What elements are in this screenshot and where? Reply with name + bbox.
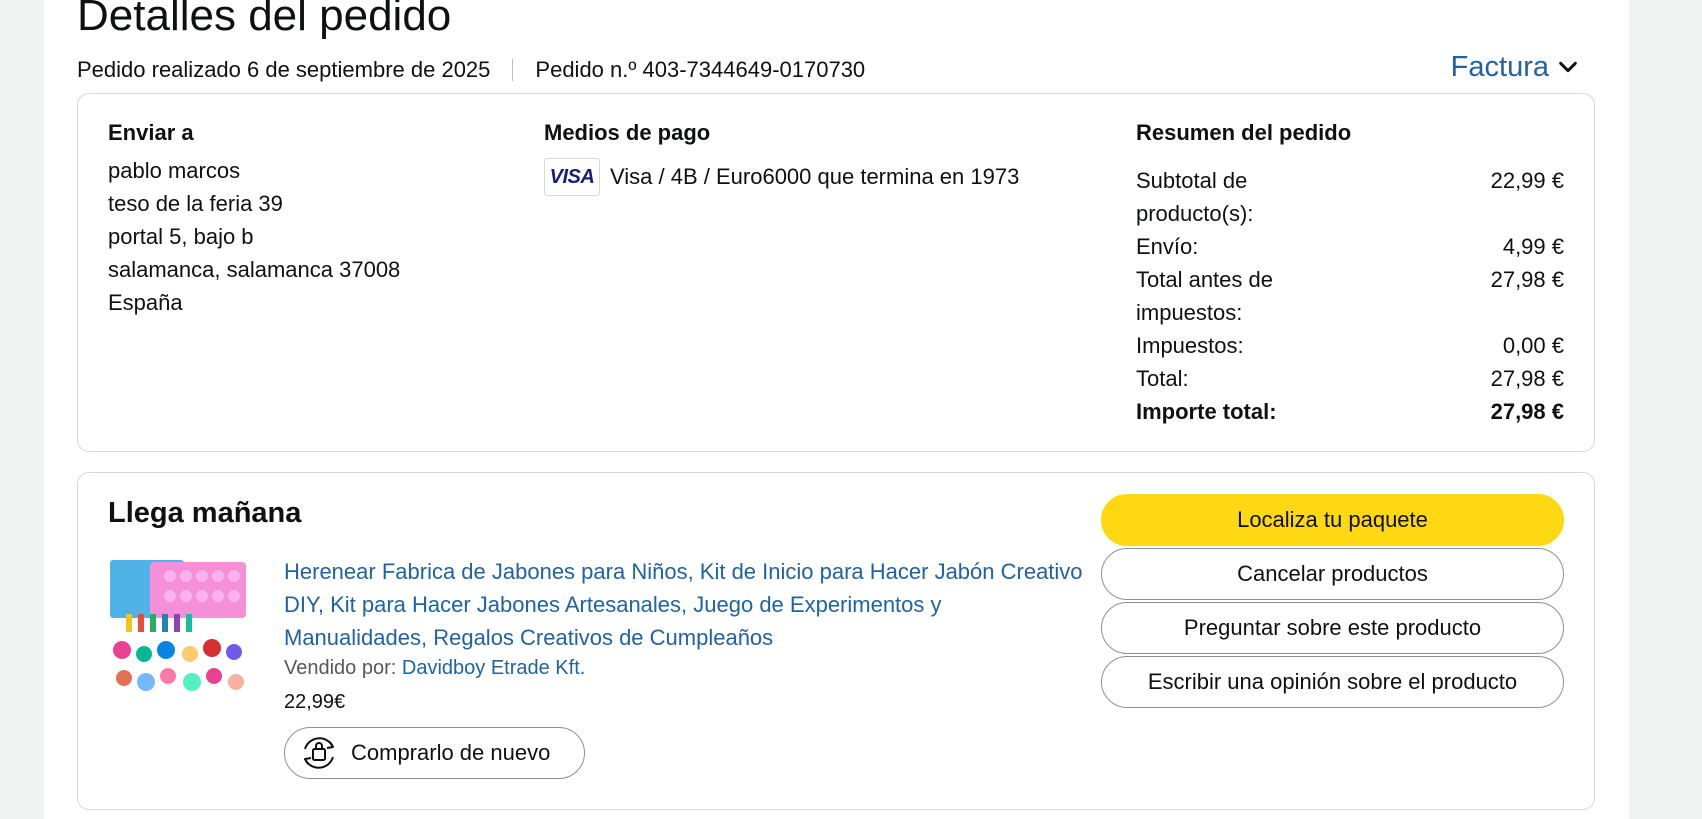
seller-info: Vendido por: Davidboy Etrade Kft. (284, 657, 585, 680)
chevron-down-icon (1559, 61, 1577, 73)
summary-label: Total antes de impuestos: (1136, 267, 1273, 325)
summary-row: Subtotal de producto(s): 22,99 € (1136, 164, 1564, 230)
order-meta: Pedido realizado 6 de septiembre de 2025… (77, 56, 865, 84)
summary-row: Impuestos: 0,00 € (1136, 329, 1564, 362)
order-info-card: Enviar a pablo marcos teso de la feria 3… (77, 93, 1595, 452)
address-line: pablo marcos (108, 158, 241, 183)
summary-value: 27,98 € (1490, 267, 1564, 292)
shipment-card: Llega mañana Herenear Fabrica de Jabones… (77, 472, 1595, 810)
invoice-label: Factura (1450, 50, 1549, 83)
product-image[interactable] (108, 556, 254, 702)
order-date: Pedido realizado 6 de septiembre de 2025 (77, 57, 491, 82)
address-line: teso de la feria 39 (108, 191, 283, 216)
order-number: Pedido n.º 403-7344649-0170730 (535, 57, 866, 82)
address-line: portal 5, bajo b (108, 224, 254, 249)
track-package-button[interactable]: Localiza tu paquete (1101, 494, 1564, 546)
grand-total-label: Importe total: (1136, 399, 1277, 424)
payment-description: Visa / 4B / Euro6000 que termina en 1973 (610, 164, 1020, 189)
grand-total-row: Importe total: 27,98 € (1136, 395, 1564, 428)
summary-label: Envío: (1136, 234, 1199, 259)
summary-value: 27,98 € (1490, 366, 1564, 391)
order-summary: Subtotal de producto(s): 22,99 € Envío: … (1136, 164, 1564, 428)
payment-heading: Medios de pago (544, 120, 711, 145)
page-title: Detalles del pedido (77, 0, 452, 40)
seller-label: Vendido por: (284, 657, 397, 679)
summary-row: Envío: 4,99 € (1136, 230, 1564, 263)
summary-row: Total: 27,98 € (1136, 362, 1564, 395)
buy-again-icon (304, 737, 334, 769)
summary-heading: Resumen del pedido (1136, 120, 1352, 145)
summary-value: 4,99 € (1502, 234, 1564, 259)
write-review-button[interactable]: Escribir una opinión sobre el producto (1101, 656, 1564, 708)
buy-again-button[interactable]: Comprarlo de nuevo (284, 727, 585, 779)
product-title-link[interactable]: Herenear Fabrica de Jabones para Niños, … (284, 555, 1084, 654)
summary-value: 0,00 € (1502, 333, 1564, 358)
summary-value: 22,99 € (1490, 168, 1564, 193)
product-price: 22,99€ (284, 691, 346, 713)
delivery-status: Llega mañana (108, 497, 302, 529)
seller-link[interactable]: Davidboy Etrade Kft. (402, 657, 585, 679)
invoice-dropdown[interactable]: Factura (1451, 50, 1579, 84)
meta-divider (512, 59, 514, 81)
ask-product-question-button[interactable]: Preguntar sobre este producto (1101, 602, 1564, 654)
summary-row: Total antes de impuestos: 27,98 € (1136, 263, 1564, 329)
summary-label: Total: (1136, 366, 1189, 391)
summary-label: Impuestos: (1136, 333, 1244, 358)
summary-label: Subtotal de producto(s): (1136, 168, 1254, 226)
page: Detalles del pedido Pedido realizado 6 d… (44, 0, 1629, 819)
address-line: España (108, 290, 183, 315)
payment-method: VISA Visa / 4B / Euro6000 que termina en… (544, 158, 1019, 196)
cancel-items-button[interactable]: Cancelar productos (1101, 548, 1564, 600)
product-thumbnail-icon (108, 556, 254, 702)
address-line: salamanca, salamanca 37008 (108, 257, 401, 282)
buy-again-label: Comprarlo de nuevo (351, 740, 551, 765)
visa-card-icon: VISA (544, 158, 600, 196)
shipping-address: pablo marcos teso de la feria 39 portal … (108, 154, 400, 319)
grand-total-value: 27,98 € (1490, 399, 1564, 424)
ship-to-heading: Enviar a (108, 120, 194, 145)
